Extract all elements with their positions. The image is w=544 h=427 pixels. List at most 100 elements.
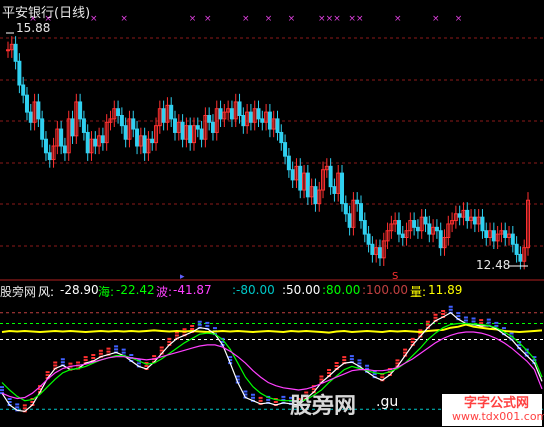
feng-label: 风: <box>38 285 55 299</box>
candle-body-64 <box>248 111 253 123</box>
candle-body-17 <box>70 118 75 137</box>
candle-body-125 <box>480 216 485 232</box>
cross-marker-9: × <box>318 14 326 24</box>
indicator-series-line-0 <box>1 323 543 334</box>
candle-body-131 <box>503 230 508 239</box>
candle-body-134 <box>514 243 519 255</box>
watermark-site-4: www.tdx001.com <box>452 410 544 423</box>
candle-body-29 <box>116 108 121 116</box>
candle-body-79 <box>305 172 310 198</box>
bo-value: -41.87 <box>173 283 212 297</box>
watermark-site-1: 股旁网 <box>290 394 357 419</box>
candle-body-69 <box>267 111 272 130</box>
candle-body-21 <box>85 131 90 154</box>
candle-body-30 <box>119 115 124 127</box>
cross-marker-15: × <box>432 14 440 24</box>
candle-body-11 <box>47 152 52 161</box>
candle-body-77 <box>298 165 303 191</box>
candle-body-25 <box>100 135 105 144</box>
liang-label: 量: <box>410 285 427 299</box>
candle-body-89 <box>343 203 348 215</box>
candle-body-56 <box>218 108 223 120</box>
candle-body-51 <box>199 128 204 140</box>
candle-body-14 <box>59 128 64 147</box>
candle-body-107 <box>412 220 417 228</box>
candle-body-94 <box>362 220 367 235</box>
cross-marker-8: × <box>288 14 296 24</box>
chart-title: 平安银行(日线) <box>2 6 91 21</box>
hai-label: 海: <box>98 285 115 299</box>
cross-marker-5: × <box>204 14 212 24</box>
candle-body-10 <box>43 138 48 154</box>
candle-body-98 <box>377 247 382 259</box>
candle-body-6 <box>28 111 33 123</box>
cross-marker-16: × <box>455 14 463 24</box>
candle-body-0 <box>6 49 10 52</box>
low-price-label: 12.48 <box>476 258 511 272</box>
candle-body-66 <box>256 108 261 120</box>
candle-body-59 <box>229 108 234 120</box>
candle-body-110 <box>423 216 428 225</box>
candle-body-72 <box>279 131 284 144</box>
candle-body-96 <box>370 243 375 255</box>
stock-chart-window: { "header": { "title": "平安银行(日线)", "high… <box>0 0 544 427</box>
cross-marker-7: × <box>265 14 273 24</box>
candle-body-103 <box>396 220 401 235</box>
liang-value: 11.89 <box>428 283 463 297</box>
candle-body-15 <box>62 145 67 154</box>
ref-line-3-value: :80.00 <box>322 283 361 297</box>
candle-body-44 <box>173 118 178 133</box>
cross-marker-11: × <box>333 14 341 24</box>
high-price-label: 15.88 <box>16 21 51 35</box>
candle-body-85 <box>328 165 333 188</box>
candle-body-128 <box>491 230 496 242</box>
watermark-site-2: .gu <box>376 394 399 410</box>
ref-line-2-value: :50.00 <box>282 283 321 297</box>
candle-body-46 <box>180 121 185 140</box>
candle-body-86 <box>332 186 337 194</box>
candle-body-34 <box>135 128 140 147</box>
cross-marker-4: × <box>189 14 197 24</box>
cross-marker-6: × <box>242 14 250 24</box>
candle-body-48 <box>188 125 193 144</box>
candle-body-4 <box>21 84 26 96</box>
candle-body-67 <box>260 118 265 123</box>
chart-canvas: × × × × × × × × × × × × × × × × ×▸ S <box>0 14 544 414</box>
candle-body-113 <box>434 226 439 232</box>
candle-body-31 <box>123 125 128 140</box>
candle-body-50 <box>195 125 200 130</box>
watermark-site-3: 字字公式网 <box>464 396 530 411</box>
cross-marker-12: × <box>348 14 356 24</box>
candle-body-33 <box>131 118 136 130</box>
candle-body-19 <box>78 101 83 120</box>
candle-body-104 <box>400 233 405 239</box>
ref-line-1-value: :-80.00 <box>232 283 275 297</box>
candle-body-126 <box>484 230 489 239</box>
candle-body-92 <box>355 199 360 205</box>
candle-body-43 <box>169 104 174 120</box>
candle-body-2 <box>13 43 18 62</box>
signal-marker-s: S <box>392 271 398 282</box>
signal-marker-blue: ▸ <box>180 272 185 282</box>
candle-body-108 <box>415 226 420 232</box>
candle-body-61 <box>237 101 242 116</box>
candle-body-9 <box>40 118 45 140</box>
cross-marker-3: × <box>120 14 128 24</box>
candle-body-71 <box>275 118 280 133</box>
candle-body-36 <box>142 135 147 154</box>
candle-body-38 <box>150 138 155 144</box>
candle-body-135 <box>518 253 523 262</box>
candle-body-119 <box>457 213 462 218</box>
feng-value: -28.90 <box>60 283 99 297</box>
cross-marker-2: × <box>90 14 98 24</box>
candle-body-81 <box>313 186 318 205</box>
indicator-name: 股旁网 <box>0 285 37 299</box>
candle-body-93 <box>358 203 363 222</box>
candle-body-111 <box>427 223 432 235</box>
hai-value: -22.42 <box>116 283 155 297</box>
candle-body-8 <box>36 101 41 120</box>
candle-body-123 <box>472 216 477 225</box>
indicator-series-line-2 <box>1 322 543 403</box>
cross-marker-14: × <box>394 14 402 24</box>
candle-body-41 <box>161 108 166 123</box>
